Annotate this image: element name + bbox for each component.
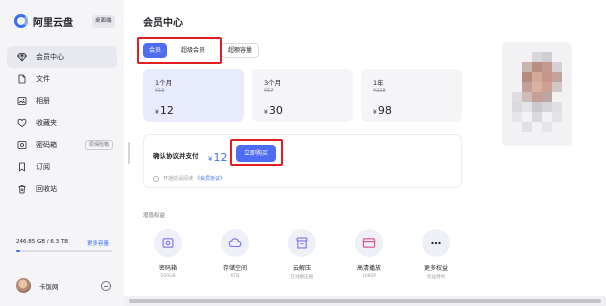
benefit-label: 云解压 — [292, 265, 311, 272]
value-added-rights-title: 增值权益 — [143, 213, 166, 219]
benefit-detail: 6TB — [230, 274, 240, 279]
plan-original-price: ¥15 — [155, 88, 165, 94]
sidebar-item-label: 会员中心 — [36, 53, 64, 61]
benefit-detail: 1080P — [361, 274, 377, 279]
trash-icon — [18, 185, 26, 194]
agreement-row: 开通前请阅读 《会员协议》 — [153, 175, 225, 182]
payment-label: 确认协议并支付 — [153, 152, 199, 160]
user-profile[interactable]: 卡饭网 — [16, 278, 59, 293]
sidebar-item-label: 回收站 — [36, 185, 57, 193]
sidebar-item-subscriptions[interactable]: 订阅 — [7, 156, 117, 178]
renamed-badge: 原保险箱 — [84, 140, 113, 150]
benefit-detail: 500GB — [160, 274, 176, 279]
plan-card-1-month[interactable]: 1个月 ¥15 ¥12 — [143, 69, 244, 122]
payment-amount: ¥12 — [208, 151, 228, 164]
safe-icon — [17, 141, 27, 149]
benefit-detail: 在线解压缩 — [290, 275, 314, 280]
agreement-text: 开通前请阅读 — [163, 176, 194, 182]
horizontal-scrollbar[interactable] — [124, 296, 606, 306]
plan-name: 1年 — [373, 79, 384, 87]
storage-progress-fill — [16, 250, 20, 252]
benefit-cloud-unzip[interactable]: 云解压 在线解压缩 — [275, 229, 329, 280]
agreement-link[interactable]: 《会员协议》 — [195, 175, 225, 182]
user-name: 卡饭网 — [39, 282, 59, 291]
diamond-icon — [17, 53, 27, 62]
benefit-hd-playback[interactable]: 高清播放 1080P — [342, 229, 396, 279]
plan-original-price: ¥228 — [373, 88, 386, 94]
benefit-more-rights[interactable]: 更多权益 权益特供 — [409, 229, 463, 280]
sidebar-item-label: 密码箱 — [36, 141, 57, 149]
scrollbar-thumb[interactable] — [129, 299, 601, 303]
sidebar-collapse-handle[interactable] — [128, 142, 130, 164]
benefit-label: 密码箱 — [158, 265, 177, 272]
plan-options: 1个月 ¥15 ¥12 3个月 ¥57 ¥30 1年 ¥228 ¥98 — [143, 69, 462, 122]
buy-button-highlight-box — [230, 139, 283, 166]
agreement-checkbox[interactable] — [153, 175, 159, 182]
sidebar-item-label: 收藏夹 — [36, 119, 57, 127]
sidebar-item-label: 文件 — [36, 75, 50, 83]
benefit-storage-space[interactable]: 存储空间 6TB — [208, 229, 262, 279]
benefit-password-box[interactable]: 密码箱 500GB — [141, 229, 195, 279]
sidebar-item-files[interactable]: 文件 — [7, 68, 117, 90]
sidebar: 阿里云盘 桌面端 会员中心 文件 相册 收藏夹 密码箱 原保险箱 订阅 回收站 … — [0, 0, 124, 306]
plan-price: ¥30 — [264, 104, 283, 117]
sidebar-item-photos[interactable]: 相册 — [7, 90, 117, 112]
more-storage-link[interactable]: 更多容量 — [87, 239, 109, 247]
tabs-highlight-box — [137, 37, 222, 64]
safe-icon — [154, 229, 182, 257]
photo-icon — [17, 97, 27, 105]
benefit-label: 存储空间 — [222, 265, 247, 272]
promo-image — [502, 42, 572, 146]
heart-icon — [17, 118, 27, 127]
file-icon — [18, 74, 26, 84]
storage-progress-bar — [16, 250, 112, 252]
payment-panel: 确认协议并支付 ¥12 立即购买 开通前请阅读 《会员协议》 — [143, 134, 462, 188]
benefit-label: 更多权益 — [423, 265, 448, 272]
sidebar-item-password-box[interactable]: 密码箱 原保险箱 — [7, 134, 117, 156]
app-logo[interactable]: 阿里云盘 — [14, 13, 73, 29]
bookmark-icon — [19, 162, 25, 172]
avatar[interactable] — [16, 278, 31, 293]
sidebar-nav: 会员中心 文件 相册 收藏夹 密码箱 原保险箱 订阅 回收站 — [7, 46, 117, 200]
video-icon — [355, 229, 383, 257]
plan-original-price: ¥57 — [264, 88, 274, 94]
user-menu-icon[interactable] — [101, 281, 111, 291]
plan-price: ¥12 — [155, 104, 174, 117]
storage-usage-text: 246.85 GB / 6.3 TB — [16, 239, 69, 245]
cloud-icon — [221, 229, 249, 257]
tab-extra-capacity[interactable]: 超额容量 — [221, 43, 260, 58]
more-icon — [422, 229, 450, 257]
sidebar-item-vip-center[interactable]: 会员中心 — [7, 46, 117, 68]
plan-name: 1个月 — [155, 79, 173, 87]
benefit-label: 高清播放 — [356, 265, 381, 272]
app-name: 阿里云盘 — [33, 17, 73, 29]
page-title: 会员中心 — [143, 18, 183, 29]
archive-icon — [288, 229, 316, 257]
sidebar-item-trash[interactable]: 回收站 — [7, 178, 117, 200]
desktop-client-button[interactable]: 桌面端 — [92, 15, 115, 28]
plan-name: 3个月 — [264, 79, 282, 87]
benefit-detail: 权益特供 — [427, 275, 445, 280]
plan-card-1-year[interactable]: 1年 ¥228 ¥98 — [361, 69, 462, 122]
sidebar-item-label: 相册 — [36, 97, 50, 105]
logo-icon — [14, 14, 28, 28]
sidebar-item-favorites[interactable]: 收藏夹 — [7, 112, 117, 134]
sidebar-item-label: 订阅 — [36, 163, 50, 171]
plan-card-3-months[interactable]: 3个月 ¥57 ¥30 — [252, 69, 353, 122]
plan-price: ¥98 — [373, 104, 392, 117]
